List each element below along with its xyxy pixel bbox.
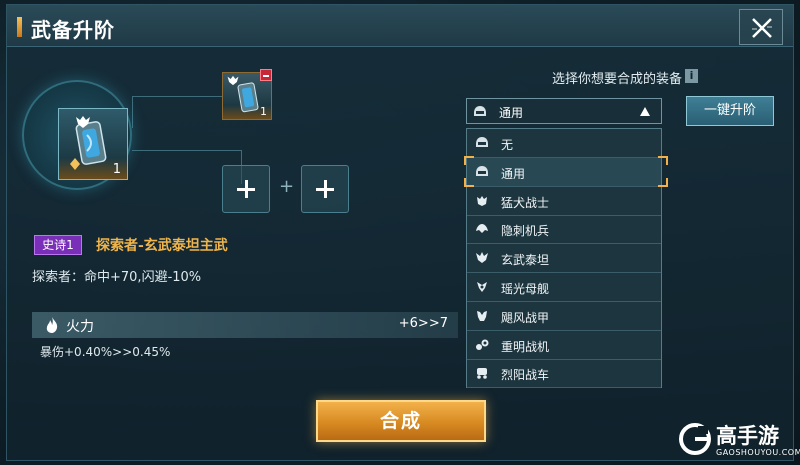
- selection-bracket: [464, 156, 668, 187]
- dropdown-option-label: 重明战机: [501, 339, 550, 354]
- dropdown-option-label: 玄武泰坦: [501, 253, 550, 268]
- title-bar: 武备升阶: [7, 5, 793, 47]
- synthesize-button[interactable]: 合成: [316, 400, 486, 442]
- stat-row-firepower: 火力 +6>>7: [32, 312, 458, 338]
- info-icon[interactable]: i: [685, 69, 698, 83]
- stat-sub-effect: 暴伤+0.40%>>0.45%: [40, 345, 171, 359]
- helmet-icon: [474, 106, 486, 116]
- watermark-logo-icon: [679, 423, 711, 455]
- dog-warrior-icon: [477, 195, 487, 206]
- material-count: 1: [260, 105, 267, 118]
- dropdown-option[interactable]: 烈阳战车: [467, 359, 661, 389]
- title-accent-bar: [17, 17, 22, 37]
- dropdown-option-label: 烈阳战车: [501, 368, 550, 383]
- one-key-upgrade-button[interactable]: 一键升阶: [686, 96, 774, 126]
- close-icon: [752, 18, 772, 38]
- triangle-up-icon: [640, 107, 650, 116]
- dropdown-option-label: 猛犬战士: [501, 195, 550, 210]
- close-button[interactable]: [739, 9, 783, 45]
- mothership-icon: [477, 282, 487, 292]
- flame-icon: [46, 317, 58, 333]
- main-equipment-card[interactable]: 1: [58, 108, 128, 180]
- rarity-badge: 史诗1: [34, 235, 82, 255]
- dropdown-option[interactable]: 猛犬战士: [467, 187, 661, 216]
- titan-icon: [476, 252, 488, 264]
- helmet-icon: [476, 137, 488, 147]
- window-title: 武备升阶: [31, 18, 115, 42]
- chariot-icon: [477, 368, 487, 380]
- watermark-url: GAOSHOUYOU.COM: [716, 448, 800, 457]
- equipment-effect: 探索者：命中+70,闪避-10%: [32, 270, 202, 285]
- stat-label: 火力: [66, 319, 94, 335]
- selected-value: 通用: [499, 106, 524, 120]
- empty-material-slot-1[interactable]: [222, 165, 270, 213]
- dropdown-option[interactable]: 玄武泰坦: [467, 244, 661, 274]
- equipment-count: 1: [112, 162, 121, 177]
- dropdown-option[interactable]: 瑶光母舰: [467, 273, 661, 302]
- dropdown-option[interactable]: 隐刺机兵: [467, 215, 661, 245]
- empty-material-slot-2[interactable]: [301, 165, 349, 213]
- dropdown-option-label: 飓风战甲: [501, 310, 550, 325]
- plus-separator-icon: +: [279, 176, 295, 197]
- dropdown-option[interactable]: 飓风战甲: [467, 302, 661, 331]
- equipment-type-select[interactable]: 通用: [466, 98, 662, 124]
- titan-emblem-icon: [227, 75, 239, 86]
- armor-icon: [477, 310, 487, 321]
- remove-material-button[interactable]: [260, 69, 272, 81]
- dropdown-option[interactable]: 重明战机: [467, 331, 661, 360]
- fighter-icon: [476, 339, 489, 350]
- selector-label: 选择你想要合成的装备: [552, 72, 683, 87]
- site-watermark: 高手游 GAOSHOUYOU.COM: [676, 420, 800, 462]
- gold-diamond-icon: [70, 158, 80, 170]
- titan-emblem-icon: [76, 116, 90, 128]
- dropdown-option-label: 隐刺机兵: [501, 224, 550, 239]
- stat-value: +6>>7: [398, 316, 448, 331]
- watermark-brand: 高手游: [716, 424, 779, 448]
- equipment-name: 探索者-玄武泰坦主武: [96, 238, 228, 254]
- stealth-mech-icon: [476, 224, 488, 234]
- dropdown-option[interactable]: 无: [467, 129, 661, 158]
- dropdown-option-label: 无: [501, 138, 514, 152]
- dropdown-option-label: 瑶光母舰: [501, 282, 550, 296]
- connector-line: [132, 96, 222, 128]
